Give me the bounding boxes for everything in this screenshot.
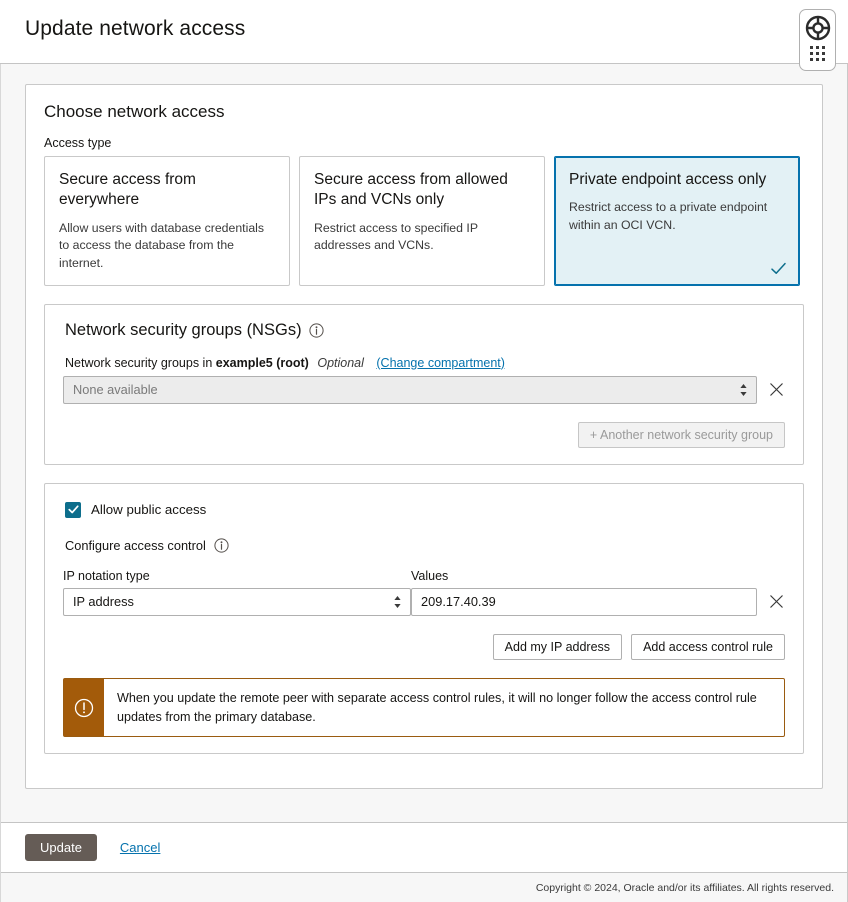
access-control-warning-banner: When you update the remote peer with sep… [63,677,785,738]
page-body: Choose network access Access type Secure… [0,64,848,822]
add-my-ip-address-button[interactable]: Add my IP address [492,633,623,660]
add-another-nsg-button[interactable]: + Another network security group [577,421,785,448]
page-header: Update network access [0,0,848,71]
access-control-section: Allow public access Configure access con… [44,482,804,755]
add-access-control-rule-button[interactable]: Add access control rule [631,633,785,660]
change-compartment-link[interactable]: (Change compartment) [376,356,505,370]
access-card-allowed-ips-vcns[interactable]: Secure access from allowed IPs and VCNs … [299,156,545,286]
values-input-row [411,587,785,616]
access-rule-row: IP notation type IP address Values 209.1… [63,569,785,616]
access-card-description: Restrict access to specified IP addresse… [314,220,478,253]
nsg-title-text: Network security groups (NSGs) [65,320,302,339]
info-icon[interactable] [214,538,229,553]
info-icon[interactable] [308,323,324,338]
configure-access-control-text: Configure access control [65,537,206,553]
copyright-bar: Copyright © 2024, Oracle and/or its affi… [0,872,848,902]
nsg-select-value: None available [73,382,158,398]
page-title: Update network access [25,17,246,40]
access-control-button-row: Add my IP address Add access control rul… [63,633,785,660]
update-network-access-page: Update network access Choose network acc… [0,0,848,902]
selected-check-icon [770,260,787,277]
nsg-select[interactable]: None available [63,375,757,404]
nsg-compartment-label: Network security groups in example5 (roo… [65,356,785,370]
help-launcher-button[interactable] [799,9,836,71]
access-card-title: Secure access from allowed IPs and VCNs … [314,171,508,209]
nsg-select-row: None available [63,375,785,404]
network-security-groups-section: Network security groups (NSGs) Network s… [44,303,804,465]
nsg-label-prefix: Network security groups in [65,355,213,370]
ip-notation-type-value: IP address [73,594,134,610]
remove-access-rule-button[interactable] [768,593,785,610]
values-column: Values [411,569,785,616]
warning-exclamation-icon [64,678,104,737]
nsg-section-title: Network security groups (NSGs) [65,321,785,340]
panel-title: Choose network access [44,102,225,121]
allow-public-access-label: Allow public access [91,502,207,518]
stepper-arrows-icon [738,382,749,398]
configure-access-control-label: Configure access control [65,538,785,553]
access-type-card-row: Secure access from everywhere Allow user… [44,156,804,286]
ip-notation-column: IP notation type IP address [63,569,411,616]
grid-dots-icon [810,46,825,61]
access-type-label: Access type [44,136,112,150]
access-card-title: Private endpoint access only [569,171,767,188]
nsg-button-row: + Another network security group [63,421,785,448]
values-input[interactable] [411,587,757,616]
cancel-link[interactable]: Cancel [120,840,160,855]
allow-public-access-row: Allow public access [65,501,785,518]
copyright-text: Copyright © 2024, Oracle and/or its affi… [535,881,834,894]
values-label: Values [411,568,449,583]
allow-public-access-checkbox[interactable] [65,501,81,518]
lifebuoy-icon [805,15,831,41]
access-card-description: Restrict access to a private endpoint wi… [569,200,768,233]
footer-action-bar: Update Cancel [0,822,848,872]
warning-message: When you update the remote peer with sep… [117,690,757,724]
nsg-optional-tag: Optional [317,355,364,370]
nsg-compartment-name: example5 (root) [215,355,309,370]
stepper-arrows-icon [392,594,403,610]
update-button[interactable]: Update [25,834,97,861]
access-card-private-endpoint[interactable]: Private endpoint access only Restrict ac… [554,156,800,286]
remove-nsg-button[interactable] [768,381,785,398]
access-card-description: Allow users with database credentials to… [59,220,265,271]
ip-notation-type-label: IP notation type [63,568,150,583]
access-card-secure-everywhere[interactable]: Secure access from everywhere Allow user… [44,156,290,286]
choose-network-access-panel: Choose network access Access type Secure… [25,84,823,789]
access-card-title: Secure access from everywhere [59,171,196,209]
ip-notation-type-select[interactable]: IP address [63,587,411,616]
